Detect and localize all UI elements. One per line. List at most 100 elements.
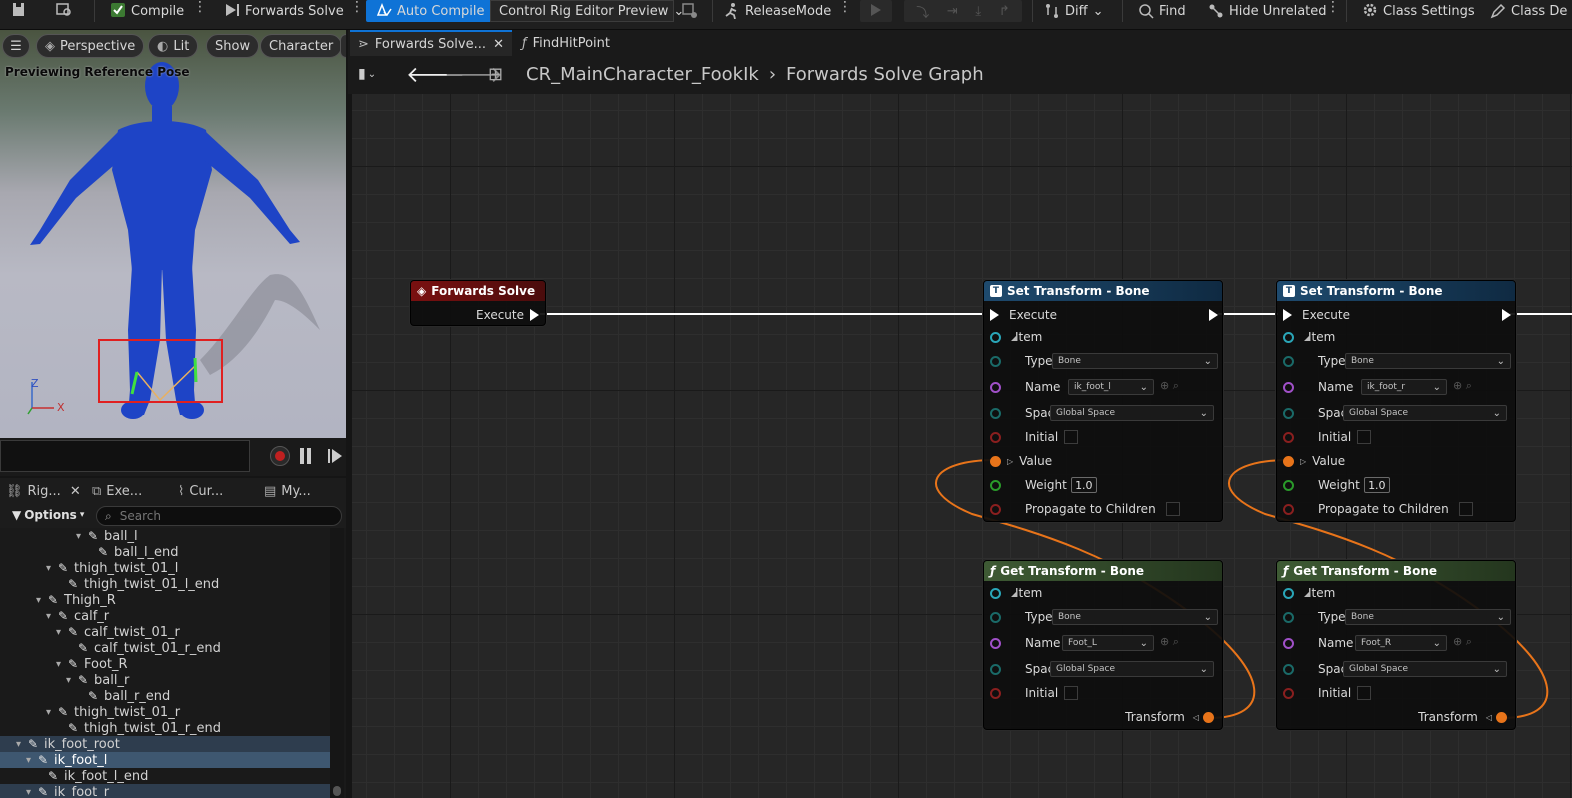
expand-arrow-icon[interactable]: ▾ bbox=[56, 627, 68, 638]
scrollbar-thumb[interactable] bbox=[333, 786, 341, 796]
set-transform-header[interactable]: T Set Transform - Bone bbox=[984, 281, 1222, 301]
tab-find-hit-point[interactable]: ƒ FindHitPoint bbox=[514, 30, 618, 56]
initial-pin[interactable] bbox=[1283, 687, 1294, 699]
tab-execution-stack[interactable]: ⧉ Exe... bbox=[92, 478, 142, 504]
step-forward-button[interactable] bbox=[328, 448, 344, 467]
propagate-pin[interactable] bbox=[1283, 503, 1294, 515]
record-button[interactable] bbox=[270, 446, 290, 466]
initial-checkbox[interactable] bbox=[1357, 686, 1372, 700]
preview-settings-button[interactable] bbox=[682, 0, 698, 22]
item-pin[interactable] bbox=[990, 331, 1001, 343]
expand-arrow-icon[interactable]: ▾ bbox=[26, 787, 38, 798]
item-pin[interactable] bbox=[990, 587, 1001, 599]
type-combo[interactable]: Bone ⌄ bbox=[1345, 609, 1511, 625]
tree-item[interactable]: ▾ ✎ Foot_R bbox=[0, 656, 330, 672]
expand-arrow-icon[interactable]: ▾ bbox=[16, 739, 28, 750]
name-pin[interactable] bbox=[1283, 637, 1294, 649]
space-combo[interactable]: Global Space ⌄ bbox=[1050, 661, 1214, 677]
expand-arrow-icon[interactable]: ▾ bbox=[46, 563, 58, 574]
class-defaults-button[interactable]: Class De bbox=[1490, 0, 1567, 22]
weight-input[interactable]: 1.0 bbox=[1363, 477, 1390, 493]
type-pin[interactable] bbox=[1283, 611, 1294, 623]
step-over-icon[interactable]: ⇥ bbox=[947, 4, 958, 19]
tree-item[interactable]: ✎ ball_r_end bbox=[0, 688, 330, 704]
tree-item[interactable]: ▾ ✎ calf_r bbox=[0, 608, 330, 624]
forwards-solve-button[interactable]: Forwards Solve bbox=[224, 0, 344, 22]
initial-checkbox[interactable] bbox=[1064, 686, 1079, 700]
solve-options-icon[interactable]: ⋮ bbox=[350, 0, 364, 16]
initial-pin[interactable] bbox=[990, 687, 1001, 699]
space-pin[interactable] bbox=[1283, 407, 1294, 419]
get-transform-node[interactable]: ƒ Get Transform - Bone Item ◢ Type Bone ⌄ Name F… bbox=[983, 560, 1223, 730]
value-pin[interactable] bbox=[990, 455, 1001, 467]
collapse-triangle-icon[interactable]: ◢ bbox=[1304, 333, 1310, 342]
step-down-icon[interactable]: ⤓ bbox=[975, 4, 981, 19]
tab-my-blueprint[interactable]: ▤ My... bbox=[264, 478, 311, 504]
browse-button[interactable] bbox=[56, 0, 72, 22]
exec-in-pin[interactable] bbox=[990, 309, 999, 321]
expand-triangle-icon[interactable]: ◁ bbox=[1193, 713, 1199, 722]
expand-arrow-icon[interactable]: ▾ bbox=[36, 595, 48, 606]
hide-unrelated-button[interactable]: Hide Unrelated bbox=[1208, 0, 1327, 22]
save-button[interactable] bbox=[10, 0, 26, 22]
tree-item[interactable]: ✎ ball_l_end bbox=[0, 544, 330, 560]
release-mode-button[interactable]: ReleaseMode bbox=[724, 0, 831, 22]
space-combo[interactable]: Global Space ⌄ bbox=[1343, 405, 1507, 421]
initial-pin[interactable] bbox=[1283, 431, 1294, 443]
tree-item[interactable]: ▾ ✎ ik_foot_l bbox=[0, 752, 330, 768]
expand-triangle-icon[interactable]: ▷ bbox=[1300, 457, 1306, 466]
get-transform-header[interactable]: ƒ Get Transform - Bone bbox=[984, 561, 1222, 581]
expand-arrow-icon[interactable]: ▾ bbox=[46, 707, 58, 718]
weight-pin[interactable] bbox=[1283, 479, 1294, 491]
exec-out-pin[interactable] bbox=[1209, 309, 1218, 321]
release-options-icon[interactable]: ⋮ bbox=[838, 0, 852, 16]
name-pin[interactable] bbox=[990, 381, 1001, 393]
tab-rig-hierarchy[interactable]: ⛓ Rig... ✕ bbox=[6, 478, 81, 504]
type-combo[interactable]: Bone ⌄ bbox=[1052, 609, 1218, 625]
viewport[interactable]: Z X ☰ ◈ Perspective ◐ Lit Show Character… bbox=[0, 30, 346, 438]
tree-item[interactable]: ✎ calf_twist_01_r_end bbox=[0, 640, 330, 656]
forwards-solve-node[interactable]: ◈ Forwards Solve Execute bbox=[410, 280, 546, 326]
bone-name-combo[interactable]: ik_foot_r ⌄ bbox=[1361, 379, 1447, 395]
weight-input[interactable]: 1.0 bbox=[1070, 477, 1097, 493]
expand-arrow-icon[interactable]: ▾ bbox=[76, 531, 88, 542]
tree-item[interactable]: ✎ thigh_twist_01_l_end bbox=[0, 576, 330, 592]
exec-out-pin[interactable] bbox=[1502, 309, 1511, 321]
tree-item[interactable]: ▾ ✎ Thigh_R bbox=[0, 592, 330, 608]
exec-in-pin[interactable] bbox=[1283, 309, 1292, 321]
tree-item[interactable]: ▾ ✎ ik_foot_root bbox=[0, 736, 330, 752]
collapse-triangle-icon[interactable]: ◢ bbox=[1011, 589, 1017, 598]
forwards-solve-node-header[interactable]: ◈ Forwards Solve bbox=[411, 281, 545, 301]
collapse-triangle-icon[interactable]: ◢ bbox=[1304, 589, 1310, 598]
propagate-checkbox[interactable] bbox=[1165, 502, 1180, 516]
graph-canvas[interactable]: ◈ Forwards Solve Execute T Set Transform … bbox=[352, 94, 1572, 798]
debug-play-button[interactable] bbox=[860, 0, 892, 22]
compile-options-icon[interactable]: ⋮ bbox=[193, 0, 207, 16]
lit-button[interactable]: ◐ Lit bbox=[148, 34, 199, 58]
expand-arrow-icon[interactable]: ▾ bbox=[46, 611, 58, 622]
search-input[interactable] bbox=[119, 509, 320, 523]
expand-arrow-icon[interactable]: ▾ bbox=[66, 675, 78, 686]
close-icon[interactable]: ✕ bbox=[493, 37, 504, 52]
item-pin[interactable] bbox=[1283, 587, 1294, 599]
step-out-icon[interactable]: ↱ bbox=[999, 4, 1010, 19]
expand-arrow-icon[interactable]: ▾ bbox=[56, 659, 68, 670]
diff-dropdown[interactable]: Diff ⌄ bbox=[1044, 0, 1104, 22]
expand-triangle-icon[interactable]: ▷ bbox=[1007, 457, 1013, 466]
value-pin[interactable] bbox=[1283, 455, 1294, 467]
initial-checkbox[interactable] bbox=[1357, 430, 1372, 444]
tree-item[interactable]: ▾ ✎ thigh_twist_01_l bbox=[0, 560, 330, 576]
search-box[interactable]: ⌕ bbox=[96, 506, 342, 526]
viewport-menu-button[interactable]: ☰ bbox=[2, 34, 30, 58]
get-transform-node[interactable]: ƒ Get Transform - Bone Item ◢ Type Bone ⌄ Name F… bbox=[1276, 560, 1516, 730]
exec-out-pin[interactable] bbox=[530, 309, 539, 321]
transform-out-pin[interactable] bbox=[1496, 711, 1507, 723]
space-combo[interactable]: Global Space ⌄ bbox=[1343, 661, 1507, 677]
tab-forwards-solve[interactable]: ⋗ Forwards Solve... ✕ bbox=[350, 30, 512, 56]
close-icon[interactable]: ✕ bbox=[70, 484, 81, 499]
breadcrumb-asset[interactable]: CR_MainCharacter_FookIk bbox=[526, 64, 759, 85]
breadcrumb-graph[interactable]: Forwards Solve Graph bbox=[786, 64, 984, 85]
auto-compile-toggle[interactable]: Auto Compile bbox=[366, 0, 495, 22]
propagate-pin[interactable] bbox=[990, 503, 1001, 515]
preview-dropdown[interactable]: Control Rig Editor Preview ⌄ bbox=[490, 0, 684, 22]
